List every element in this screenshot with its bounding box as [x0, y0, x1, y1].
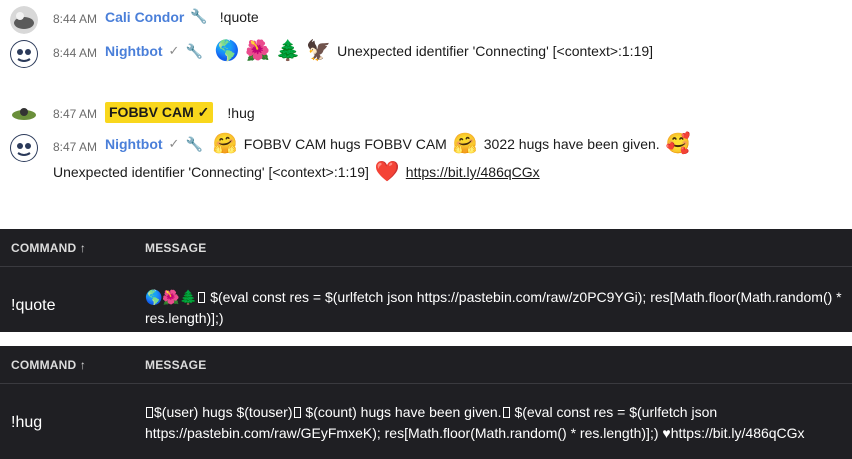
message-timestamp: 8:47 AM [53, 107, 98, 121]
missing-glyph-icon [198, 292, 206, 303]
command-table: COMMAND ↑ MESSAGE !quote 🌎🌺🌲 $(eval cons… [0, 229, 852, 332]
column-header-command[interactable]: COMMAND ↑ [11, 358, 86, 372]
message-line: Nightbot ✓ 🔧 🤗 FOBBV CAM hugs FOBBV CAM … [105, 134, 691, 154]
username[interactable]: Cali Condor [105, 9, 184, 25]
table-header: COMMAND ↑ MESSAGE [0, 346, 852, 384]
message-text: !quote [219, 8, 259, 25]
avatar[interactable] [10, 100, 38, 128]
message-text: $(count) hugs have been given. [305, 404, 502, 420]
chat-message: 8:47 AM Nightbot ✓ 🔧 🤗 FOBBV CAM hugs FO… [0, 132, 852, 188]
username[interactable]: Nightbot [105, 136, 163, 152]
heart-icon: ❤️ [374, 161, 400, 183]
message-text: FOBBV CAM hugs FOBBV CAM [243, 136, 447, 152]
missing-glyph-icon [293, 407, 301, 418]
verified-check-icon: ✓ [168, 136, 180, 151]
chat-message: 8:44 AM Cali Condor 🔧 !quote [0, 6, 852, 34]
message-timestamp: 8:44 AM [53, 46, 98, 60]
table-header: COMMAND ↑ MESSAGE [0, 229, 852, 267]
page: 8:44 AM Cali Condor 🔧 !quote 8:44 AM Nig… [0, 0, 852, 459]
message-link[interactable]: https://bit.ly/486qCGx [406, 164, 540, 180]
message-line: Unexpected identifier 'Connecting' [<con… [53, 162, 540, 182]
hugging-face-icon: 🤗 [452, 133, 478, 155]
check-icon: ✓ [197, 104, 210, 120]
username-highlighted[interactable]: FOBBV CAM ✓ [105, 102, 214, 123]
username[interactable]: Nightbot [105, 43, 163, 59]
avatar[interactable] [10, 134, 38, 162]
wrench-icon: 🔧 [185, 42, 203, 59]
command-table: COMMAND ↑ MESSAGE !hug $(user) hugs $(to… [0, 346, 852, 459]
smiling-hearts-icon: 🥰 [665, 133, 691, 155]
emoji-group: 🌎 🌺 🌲 🦅 [214, 40, 332, 62]
message-text: ♥https://bit.ly/486qCGx [662, 425, 805, 441]
wrench-icon: 🔧 [185, 135, 203, 152]
command-message: 🌎🌺🌲 $(eval const res = $(urlfetch json h… [145, 287, 845, 329]
missing-glyph-icon [146, 407, 153, 418]
username: FOBBV CAM [109, 104, 194, 120]
command-message: $(user) hugs $(touser) $(count) hugs hav… [145, 402, 845, 444]
message-text: !hug [227, 104, 255, 121]
avatar[interactable] [10, 6, 38, 34]
column-header-command[interactable]: COMMAND ↑ [11, 241, 86, 255]
hugging-face-icon: 🤗 [212, 133, 238, 155]
message-text: $(user) hugs $(touser) [154, 404, 293, 420]
message-line: Cali Condor 🔧 !quote [105, 8, 259, 25]
message-timestamp: 8:44 AM [53, 12, 98, 26]
message-text: 3022 hugs have been given. [483, 136, 660, 152]
message-text: $(eval const res = $(urlfetch json https… [145, 289, 842, 326]
wrench-icon: 🔧 [190, 8, 208, 24]
message-timestamp: 8:47 AM [53, 140, 98, 154]
command-name: !hug [11, 414, 43, 431]
avatar[interactable] [10, 40, 38, 68]
message-text: Unexpected identifier 'Connecting' [<con… [53, 164, 369, 180]
message-text: Unexpected identifier 'Connecting' [<con… [337, 43, 654, 59]
missing-glyph-icon [502, 407, 510, 418]
emoji-group: 🌎🌺🌲 [145, 289, 198, 305]
column-header-message: MESSAGE [145, 241, 207, 255]
verified-check-icon: ✓ [168, 43, 180, 58]
command-name: !quote [11, 297, 56, 314]
column-header-message: MESSAGE [145, 358, 207, 372]
chat-log: 8:44 AM Cali Condor 🔧 !quote 8:44 AM Nig… [0, 0, 852, 228]
message-line: Nightbot ✓ 🔧 🌎 🌺 🌲 🦅 Unexpected identifi… [105, 41, 653, 61]
chat-message: 8:47 AM FOBBV CAM ✓ !hug [0, 100, 852, 128]
message-line: FOBBV CAM ✓ !hug [105, 102, 255, 123]
chat-message: 8:44 AM Nightbot ✓ 🔧 🌎 🌺 🌲 🦅 Unexpected … [0, 38, 852, 68]
